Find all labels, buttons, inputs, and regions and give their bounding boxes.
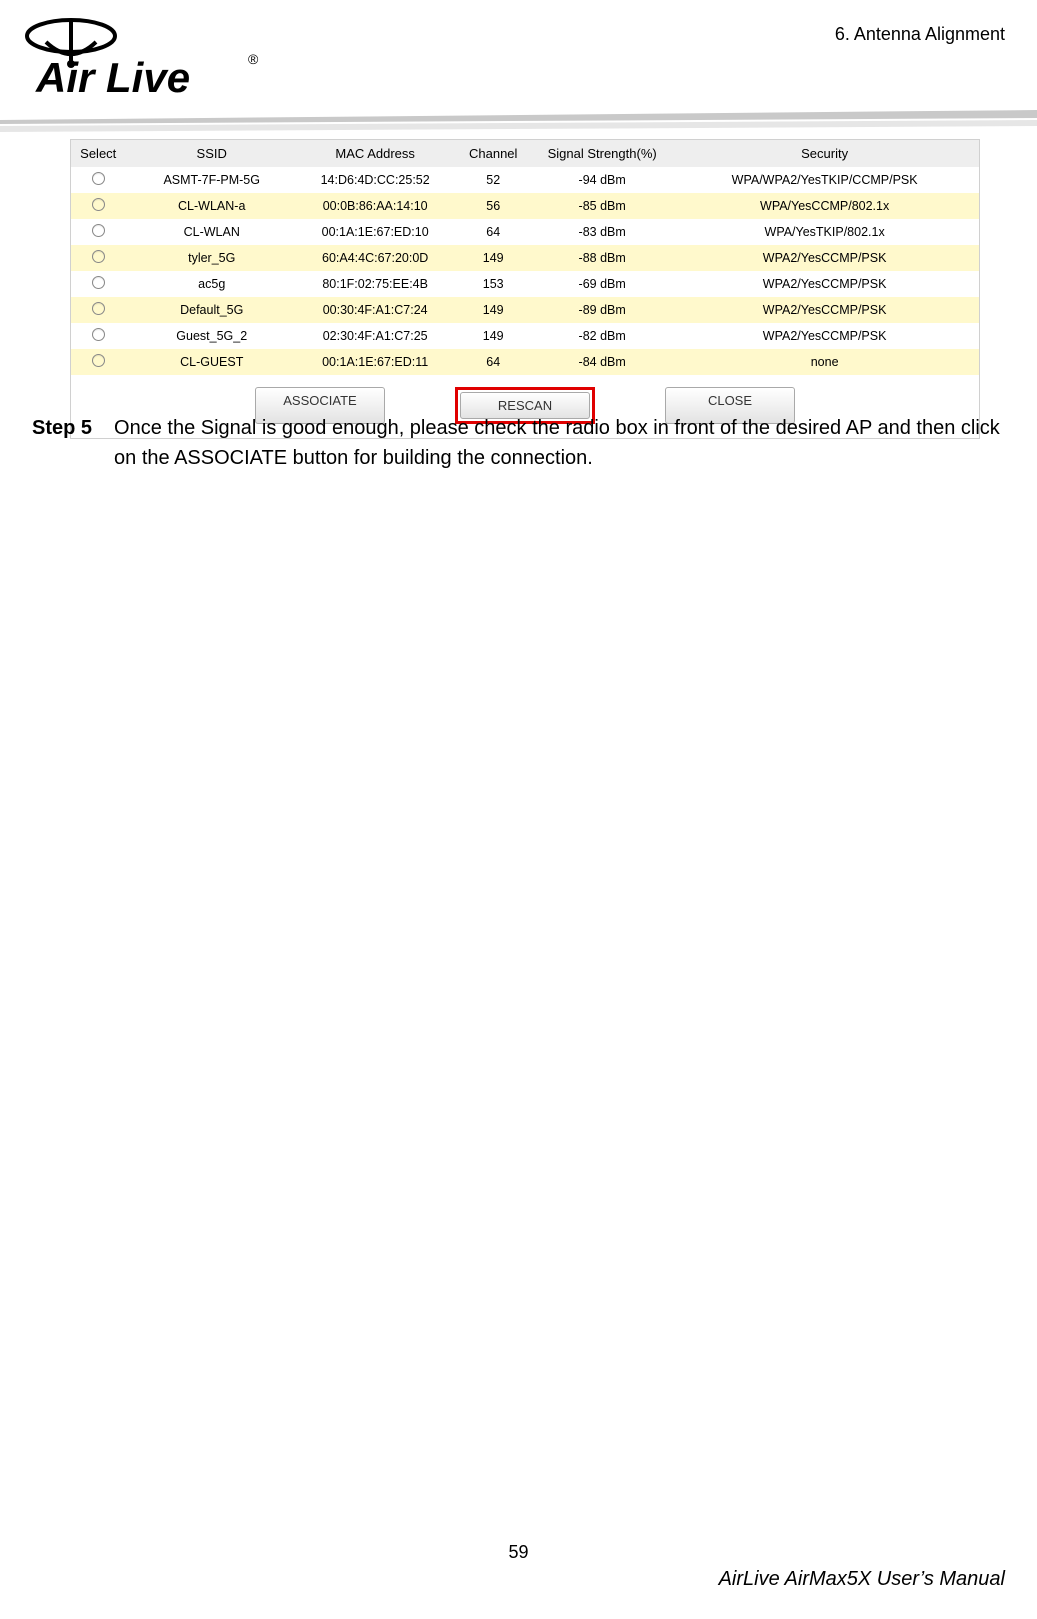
scan-results-table: Select SSID MAC Address Channel Signal S… — [71, 140, 979, 375]
cell-mac: 14:D6:4D:CC:25:52 — [298, 167, 452, 193]
cell-ssid: Guest_5G_2 — [125, 323, 298, 349]
cell-security: none — [670, 349, 979, 375]
cell-ssid: Default_5G — [125, 297, 298, 323]
table-row: CL-GUEST 00:1A:1E:67:ED:11 64 -84 dBm no… — [71, 349, 979, 375]
manual-page: 6. Antenna Alignment Air Live ® Select S… — [0, 0, 1037, 1619]
cell-signal: -82 dBm — [534, 323, 670, 349]
svg-text:®: ® — [248, 51, 259, 67]
radio-icon[interactable] — [92, 172, 105, 185]
cell-ssid: ac5g — [125, 271, 298, 297]
table-header-row: Select SSID MAC Address Channel Signal S… — [71, 140, 979, 167]
cell-security: WPA2/YesCCMP/PSK — [670, 297, 979, 323]
cell-ssid: tyler_5G — [125, 245, 298, 271]
step-label: Step 5 — [32, 413, 92, 473]
cell-mac: 00:30:4F:A1:C7:24 — [298, 297, 452, 323]
cell-ssid: CL-WLAN-a — [125, 193, 298, 219]
site-survey-panel: Select SSID MAC Address Channel Signal S… — [70, 139, 980, 439]
table-row: ac5g 80:1F:02:75:EE:4B 153 -69 dBm WPA2/… — [71, 271, 979, 297]
airlive-logo: Air Live ® — [16, 6, 306, 101]
step-5-block: Step 5 Once the Signal is good enough, p… — [32, 413, 1005, 473]
radio-icon[interactable] — [92, 250, 105, 263]
col-ssid-header: SSID — [125, 140, 298, 167]
col-channel-header: Channel — [452, 140, 534, 167]
radio-icon[interactable] — [92, 276, 105, 289]
cell-security: WPA/WPA2/YesTKIP/CCMP/PSK — [670, 167, 979, 193]
radio-icon[interactable] — [92, 198, 105, 211]
cell-ssid: CL-GUEST — [125, 349, 298, 375]
col-signal-header: Signal Strength(%) — [534, 140, 670, 167]
cell-security: WPA2/YesCCMP/PSK — [670, 323, 979, 349]
cell-channel: 149 — [452, 245, 534, 271]
step-text: Once the Signal is good enough, please c… — [114, 413, 1005, 473]
cell-channel: 149 — [452, 297, 534, 323]
table-row: CL-WLAN 00:1A:1E:67:ED:10 64 -83 dBm WPA… — [71, 219, 979, 245]
cell-channel: 153 — [452, 271, 534, 297]
header-divider — [0, 110, 1037, 134]
cell-mac: 80:1F:02:75:EE:4B — [298, 271, 452, 297]
cell-signal: -88 dBm — [534, 245, 670, 271]
cell-signal: -69 dBm — [534, 271, 670, 297]
cell-security: WPA2/YesCCMP/PSK — [670, 245, 979, 271]
cell-ssid: ASMT-7F-PM-5G — [125, 167, 298, 193]
cell-channel: 64 — [452, 349, 534, 375]
cell-mac: 02:30:4F:A1:C7:25 — [298, 323, 452, 349]
col-security-header: Security — [670, 140, 979, 167]
cell-security: WPA/YesTKIP/802.1x — [670, 219, 979, 245]
radio-icon[interactable] — [92, 302, 105, 315]
svg-text:Air Live: Air Live — [35, 54, 190, 101]
table-row: Default_5G 00:30:4F:A1:C7:24 149 -89 dBm… — [71, 297, 979, 323]
col-mac-header: MAC Address — [298, 140, 452, 167]
cell-signal: -85 dBm — [534, 193, 670, 219]
col-select-header: Select — [71, 140, 125, 167]
cell-signal: -84 dBm — [534, 349, 670, 375]
table-row: Guest_5G_2 02:30:4F:A1:C7:25 149 -82 dBm… — [71, 323, 979, 349]
chapter-heading: 6. Antenna Alignment — [835, 24, 1005, 45]
cell-signal: -89 dBm — [534, 297, 670, 323]
radio-icon[interactable] — [92, 354, 105, 367]
cell-channel: 64 — [452, 219, 534, 245]
table-row: ASMT-7F-PM-5G 14:D6:4D:CC:25:52 52 -94 d… — [71, 167, 979, 193]
cell-signal: -83 dBm — [534, 219, 670, 245]
cell-mac: 00:0B:86:AA:14:10 — [298, 193, 452, 219]
cell-channel: 52 — [452, 167, 534, 193]
radio-icon[interactable] — [92, 224, 105, 237]
cell-ssid: CL-WLAN — [125, 219, 298, 245]
cell-channel: 56 — [452, 193, 534, 219]
table-row: tyler_5G 60:A4:4C:67:20:0D 149 -88 dBm W… — [71, 245, 979, 271]
table-row: CL-WLAN-a 00:0B:86:AA:14:10 56 -85 dBm W… — [71, 193, 979, 219]
cell-channel: 149 — [452, 323, 534, 349]
radio-icon[interactable] — [92, 328, 105, 341]
page-number: 59 — [0, 1542, 1037, 1563]
cell-security: WPA/YesCCMP/802.1x — [670, 193, 979, 219]
cell-mac: 00:1A:1E:67:ED:11 — [298, 349, 452, 375]
cell-security: WPA2/YesCCMP/PSK — [670, 271, 979, 297]
cell-mac: 00:1A:1E:67:ED:10 — [298, 219, 452, 245]
cell-mac: 60:A4:4C:67:20:0D — [298, 245, 452, 271]
manual-title-footer: AirLive AirMax5X User’s Manual — [719, 1568, 1005, 1591]
cell-signal: -94 dBm — [534, 167, 670, 193]
